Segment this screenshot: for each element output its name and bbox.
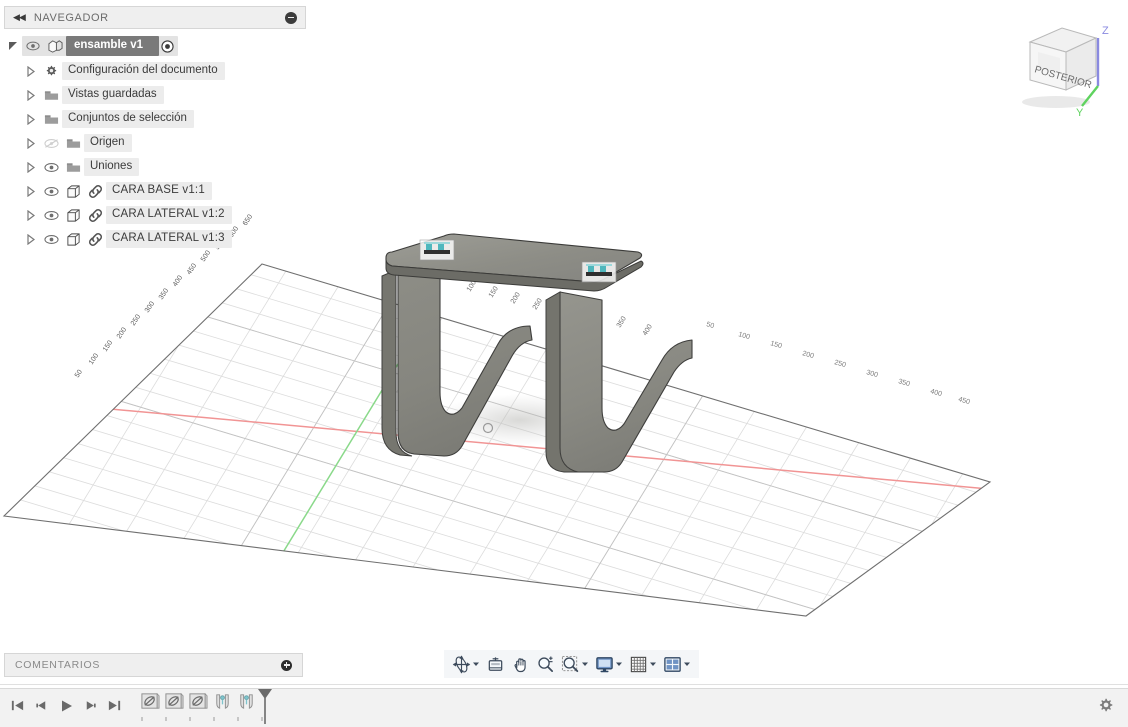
fusion-app-window: 50 100 150 200 250 300 350 400 450 500 5… [0, 0, 1128, 727]
play-button[interactable] [58, 698, 74, 719]
timeline-bar [0, 688, 1128, 727]
tree-item-cara-base[interactable]: CARA BASE v1:1 [4, 181, 306, 201]
expand-arrow-icon[interactable] [22, 209, 40, 221]
step-back-button[interactable] [34, 698, 49, 718]
chevron-down-icon[interactable] [472, 655, 480, 673]
tree-root-ensamble[interactable]: ensamble v1 [4, 35, 306, 57]
rigid-group-feature[interactable] [140, 691, 161, 712]
comments-title: COMENTARIOS [15, 659, 101, 671]
rigid-group-feature[interactable] [164, 691, 185, 712]
gear-icon[interactable] [1097, 697, 1114, 719]
link-icon [84, 208, 106, 223]
tree-item-document-settings[interactable]: Configuración del documento [4, 61, 306, 81]
step-forward-button[interactable] [83, 698, 98, 718]
tree-root-label: ensamble v1 [66, 36, 160, 56]
zoom-window-icon[interactable] [559, 651, 591, 677]
tree-item-label: Vistas guardadas [62, 86, 164, 104]
tree-item-label: Origen [84, 134, 132, 152]
browser-panel-title: NAVEGADOR [33, 11, 109, 24]
jump-end-button[interactable] [107, 698, 122, 718]
timeline-playback-controls [0, 698, 122, 719]
joint-feature[interactable] [236, 691, 257, 712]
joint-feature[interactable] [212, 691, 233, 712]
tree-item-label: Conjuntos de selección [62, 110, 194, 128]
tree-item-label: CARA LATERAL v1:2 [106, 206, 232, 224]
viewcube[interactable]: POSTERIOR Z Y [1010, 8, 1120, 120]
tree-item-label: CARA LATERAL v1:3 [106, 230, 232, 248]
folder-icon [62, 161, 84, 174]
tree-item-joints[interactable]: Uniones [4, 157, 306, 177]
eye-icon[interactable] [40, 210, 62, 221]
look-at-icon[interactable] [484, 651, 507, 677]
viewports-icon[interactable] [661, 651, 693, 677]
link-icon [84, 232, 106, 247]
chevron-down-icon[interactable] [615, 655, 623, 673]
joint-marker-left [419, 239, 455, 261]
grid-snaps-icon[interactable] [627, 651, 659, 677]
browser-panel: ◀◀ NAVEGADOR ensamble v1 Configuración d… [4, 6, 306, 253]
browser-tree: ensamble v1 Configuración del documento … [4, 29, 306, 249]
chevron-down-icon[interactable] [683, 655, 691, 673]
body-cube-icon [62, 184, 84, 199]
eye-icon[interactable] [40, 186, 62, 197]
eye-icon[interactable] [40, 234, 62, 245]
plus-circle-icon[interactable] [281, 659, 292, 671]
joint-marker-right [581, 261, 617, 283]
tree-item-label: Configuración del documento [62, 62, 225, 80]
expand-arrow-icon[interactable] [22, 185, 40, 197]
zoom-magnifier-icon[interactable] [534, 651, 557, 677]
tree-item-origin[interactable]: Origen [4, 133, 306, 153]
expand-arrow-icon[interactable] [22, 137, 40, 149]
tree-item-label: CARA BASE v1:1 [106, 182, 212, 200]
tree-item-cara-lateral-2[interactable]: CARA LATERAL v1:2 [4, 205, 306, 225]
rigid-group-feature[interactable] [188, 691, 209, 712]
assembly-component-icon [44, 39, 66, 54]
gear-icon [40, 64, 62, 78]
expand-arrow-icon[interactable] [22, 89, 40, 101]
tree-item-cara-lateral-3[interactable]: CARA LATERAL v1:3 [4, 229, 306, 249]
tree-item-selection-sets[interactable]: Conjuntos de selección [4, 109, 306, 129]
link-icon [84, 184, 106, 199]
chevron-down-icon[interactable] [581, 655, 589, 673]
eye-icon[interactable] [40, 162, 62, 173]
pan-hand-icon[interactable] [509, 651, 532, 677]
minus-circle-icon[interactable] [285, 11, 297, 24]
radio-dot-icon[interactable] [159, 39, 175, 53]
visibility-eye-icon[interactable] [22, 41, 44, 51]
timeline-features [140, 689, 272, 725]
timeline-playhead[interactable] [256, 688, 274, 724]
tree-item-label: Uniones [84, 158, 140, 176]
cara-lateral-right [559, 291, 693, 473]
folder-icon [62, 137, 84, 150]
collapse-left-icon[interactable]: ◀◀ [13, 12, 26, 23]
expand-arrow-expanded-icon[interactable] [4, 41, 22, 51]
viewcube-y-label: Y [1076, 107, 1084, 119]
body-cube-icon [62, 232, 84, 247]
body-cube-icon [62, 208, 84, 223]
folder-icon [40, 89, 62, 102]
timeline-group-bracket [141, 717, 263, 721]
browser-header: ◀◀ NAVEGADOR [4, 6, 306, 29]
jump-start-button[interactable] [10, 698, 25, 718]
expand-arrow-icon[interactable] [22, 161, 40, 173]
viewcube-z-label: Z [1102, 25, 1109, 37]
eye-hidden-icon[interactable] [40, 138, 62, 149]
orbit-icon[interactable] [450, 651, 482, 677]
timeline-divider [0, 684, 1128, 685]
navigation-bar [444, 650, 699, 678]
expand-arrow-icon[interactable] [22, 233, 40, 245]
chevron-down-icon[interactable] [649, 655, 657, 673]
expand-arrow-icon[interactable] [22, 65, 40, 77]
display-settings-icon[interactable] [593, 651, 625, 677]
comments-panel[interactable]: COMENTARIOS [4, 653, 303, 677]
expand-arrow-icon[interactable] [22, 113, 40, 125]
folder-icon [40, 113, 62, 126]
tree-item-saved-views[interactable]: Vistas guardadas [4, 85, 306, 105]
